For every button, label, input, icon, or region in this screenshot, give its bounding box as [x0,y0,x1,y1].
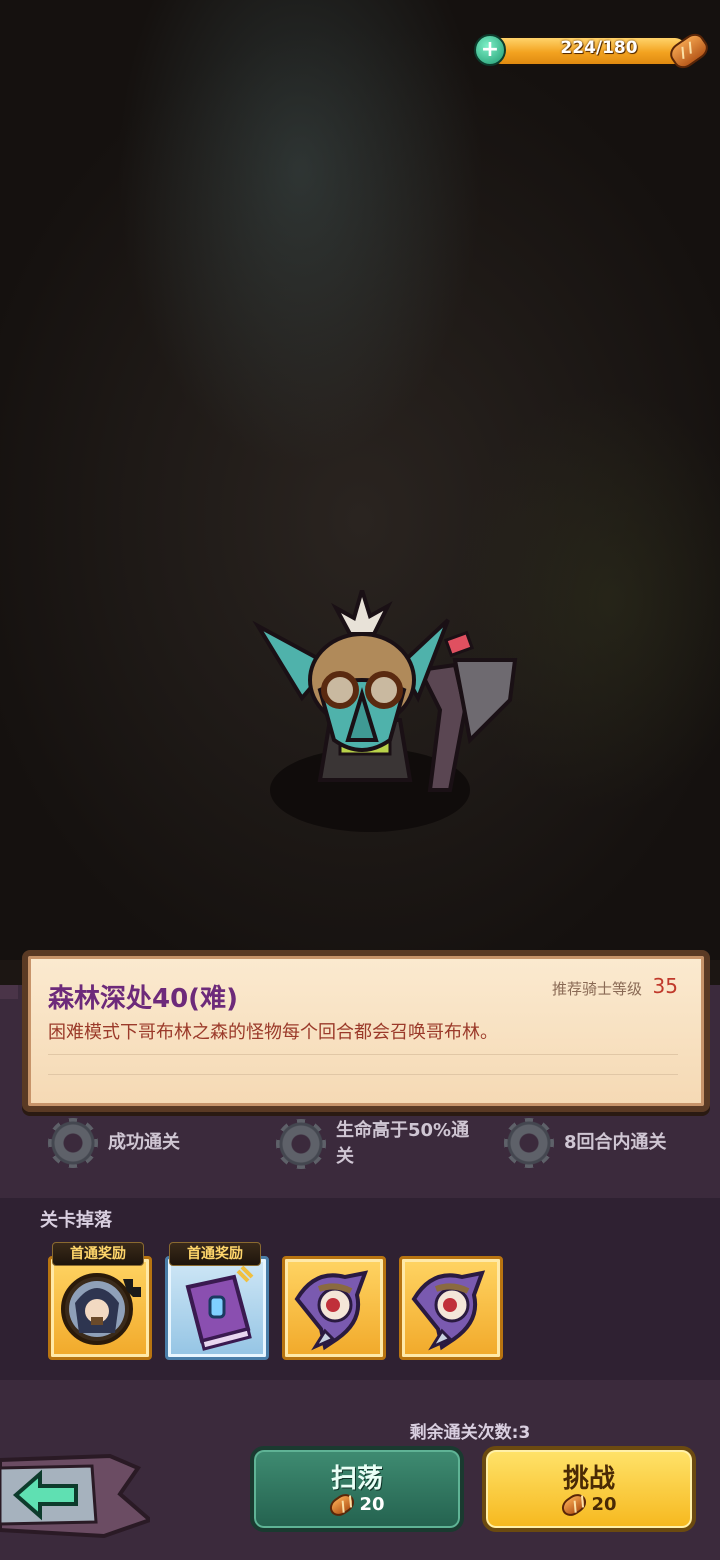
back-button[interactable] [0,1450,150,1540]
objective-text: 8回合内通关 [564,1132,667,1153]
gear-icon [48,1118,98,1168]
banner-rule [48,1074,678,1075]
sweep-cost-value: 20 [359,1494,385,1515]
objective-2: 生命高于50%通关 [276,1118,486,1170]
stage-title: 森林深处40(难) [48,984,238,1014]
gear-icon [276,1119,326,1169]
drop-item-1[interactable] [48,1256,152,1360]
first-clear-tag: 首通奖励 [169,1242,261,1266]
energy-bar[interactable]: + 224/180 [474,29,713,73]
sweep-label: 扫荡 [330,1464,383,1494]
stage-description: 困难模式下哥布林之森的怪物每个回合都会召唤哥布林。 [48,1022,498,1043]
recommend-level-label: 推荐骑士等级 [551,980,642,998]
objective-text: 成功通关 [108,1132,180,1153]
challenge-cost: 20 [486,1490,692,1520]
drops-title: 关卡掉落 [40,1210,112,1231]
energy-value: 224/180 [560,38,638,58]
hooded-mage-icon [411,1270,486,1351]
remaining-clears: 剩余通关次数:3 [409,1423,531,1443]
objective-3: 8回合内通关 [504,1118,667,1168]
banner-rule [48,1054,678,1055]
spellbook-icon [185,1265,254,1351]
challenge-label: 挑战 [562,1464,615,1494]
challenge-cost-value: 20 [591,1494,617,1515]
bread-icon [558,1490,591,1520]
gear-icon [504,1118,554,1168]
bread-icon [326,1490,359,1520]
sweep-cost: 20 [254,1490,460,1520]
drop-item-2[interactable] [165,1256,269,1360]
first-clear-tag: 首通奖励 [52,1242,144,1266]
drop-item-4[interactable] [399,1256,503,1360]
objective-1: 成功通关 [48,1118,180,1168]
recommend-level-value: 35 [652,974,678,998]
hero-portrait-icon [61,1273,141,1345]
add-energy-button[interactable]: + [474,34,506,66]
goblin-engineer-character [252,590,518,832]
hooded-mage-icon [294,1270,369,1351]
challenge-button[interactable]: 挑战 20 [482,1446,696,1532]
objective-text: 生命高于50%通关 [336,1120,470,1167]
drop-item-3[interactable] [282,1256,386,1360]
stage-banner: 森林深处40(难) 推荐骑士等级 35 困难模式下哥布林之森的怪物每个回合都会召… [22,950,710,1112]
sweep-button[interactable]: 扫荡 20 [250,1446,464,1532]
